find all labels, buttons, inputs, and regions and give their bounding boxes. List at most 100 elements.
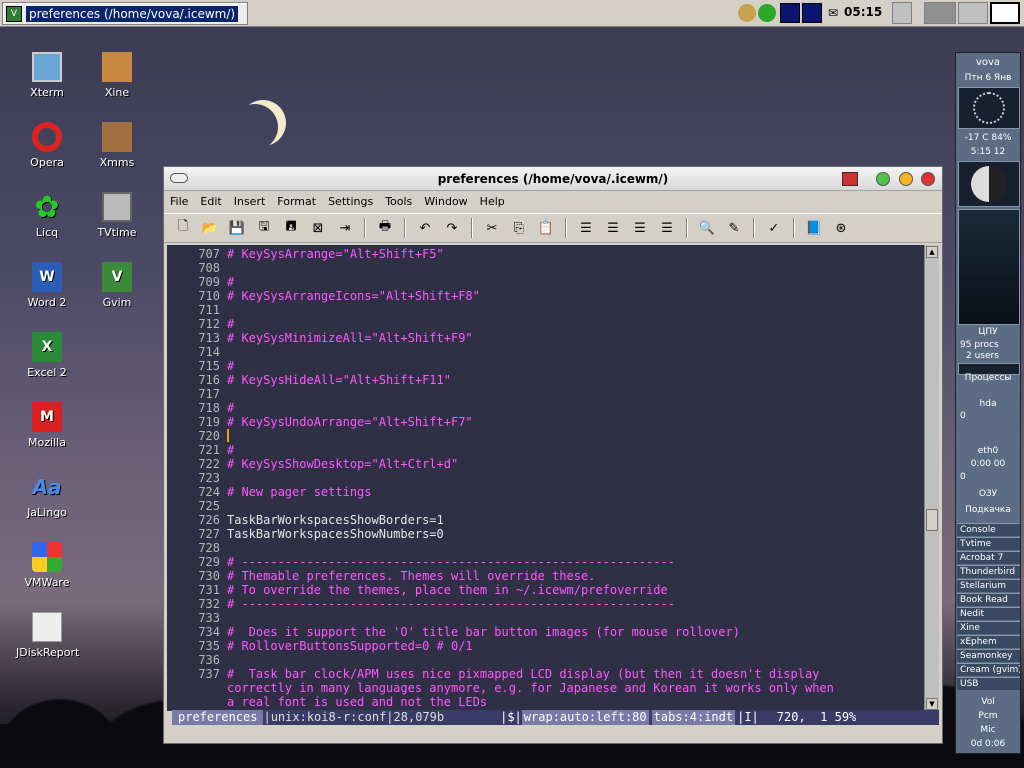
launcher-item[interactable]: Tvtime: [957, 537, 1020, 550]
clock[interactable]: 05:15: [844, 5, 882, 19]
text-editor[interactable]: 707 # KeySysArrange="Alt+Shift+F5" 708 709 #…: [167, 245, 924, 711]
find-icon[interactable]: 🔍: [696, 217, 718, 239]
menu-format[interactable]: Format: [277, 195, 316, 208]
desktop-icon-xterm[interactable]: Xterm: [16, 52, 78, 99]
cpu-monitor-icon[interactable]: [802, 3, 822, 23]
scroll-up-icon[interactable]: ▲: [926, 246, 938, 258]
panel-user: vova: [975, 57, 1001, 68]
pcm-label[interactable]: Pcm: [956, 711, 1020, 721]
print-icon[interactable]: 🖶: [374, 217, 396, 239]
paste-icon[interactable]: 📋: [535, 217, 557, 239]
launcher-item[interactable]: Console: [957, 523, 1020, 536]
spellcheck-icon[interactable]: ✓: [763, 217, 785, 239]
face-icon[interactable]: [738, 4, 756, 22]
menu-window[interactable]: Window: [424, 195, 467, 208]
desktop-icon-gvim[interactable]: V Gvim: [86, 262, 148, 309]
moon-phase: [958, 161, 1020, 207]
status-format: |unix:koi8-r:conf|28,079b: [263, 710, 445, 724]
save-icon[interactable]: 💾: [226, 217, 248, 239]
launcher-item[interactable]: Acrobat 7: [957, 551, 1020, 564]
undo-icon[interactable]: ↶: [414, 217, 436, 239]
workspace-2[interactable]: [924, 2, 956, 24]
mic-label[interactable]: Mic: [956, 725, 1020, 735]
scroll-down-icon[interactable]: ▼: [926, 698, 938, 710]
launcher-item[interactable]: xEphem: [957, 635, 1020, 648]
desktop-icon-xmms[interactable]: Xmms: [86, 122, 148, 169]
desktop-icon-jdiskreport[interactable]: JDiskReport: [16, 612, 79, 659]
volume-label[interactable]: Vol: [956, 697, 1020, 707]
align-right-icon[interactable]: ☰: [629, 217, 651, 239]
desktop-icon-word[interactable]: W Word 2: [16, 262, 78, 309]
replace-icon[interactable]: ✎: [723, 217, 745, 239]
menu-file[interactable]: File: [170, 195, 188, 208]
status-insert: |I|: [737, 710, 759, 724]
moon-crescent: [232, 104, 278, 150]
taskbar-window-button[interactable]: V preferences (/home/vova/.icewm/): [2, 2, 248, 25]
justify-icon[interactable]: ☰: [656, 217, 678, 239]
exit-icon[interactable]: ⇥: [334, 217, 356, 239]
line-number: 735: [198, 639, 220, 653]
line-number: 715: [198, 359, 220, 373]
mail-icon[interactable]: ✉: [828, 6, 838, 20]
line-text: # Does it support the 'O' title bar butt…: [227, 625, 740, 639]
desktop-icon-mozilla[interactable]: M Mozilla: [16, 402, 78, 449]
launcher-item[interactable]: Book Read: [957, 593, 1020, 606]
desktop-icon-jalingo[interactable]: Aa JaLingo: [16, 472, 78, 519]
desktop-icon-excel[interactable]: X Excel 2: [16, 332, 78, 379]
launcher-item[interactable]: Thunderbird: [957, 565, 1020, 578]
video-player-icon: [102, 52, 132, 82]
align-center-icon[interactable]: ☰: [602, 217, 624, 239]
minimize-button[interactable]: [876, 172, 890, 186]
desktop-icon-vmware[interactable]: VMWare: [16, 542, 78, 589]
menu-tools[interactable]: Tools: [385, 195, 412, 208]
line-number: 730: [198, 569, 220, 583]
line-number: 722: [198, 457, 220, 471]
launcher-item[interactable]: Seamonkey: [957, 649, 1020, 662]
launcher-item[interactable]: Cream (gvim): [957, 663, 1020, 676]
help-icon[interactable]: ⊛: [830, 217, 852, 239]
launcher-item[interactable]: Xine: [957, 621, 1020, 634]
system-monitor-panel: vova Птн 6 Янв -17 C 84% 5:15 12 ЦПУ 95 …: [955, 52, 1021, 754]
close-button[interactable]: [921, 172, 935, 186]
open-folder-icon[interactable]: 📂: [199, 217, 221, 239]
launcher-item[interactable]: Nedit: [957, 607, 1020, 620]
network-monitor-icon[interactable]: [780, 3, 800, 23]
redo-icon[interactable]: ↷: [441, 217, 463, 239]
new-file-icon[interactable]: 🗋: [172, 217, 194, 239]
flower-icon: ✿: [34, 189, 60, 225]
launcher-item[interactable]: Stellarium: [957, 579, 1020, 592]
mozilla-icon: M: [32, 402, 62, 432]
line-number: 732: [198, 597, 220, 611]
line-text: # KeySysMinimizeAll="Alt+Shift+F9": [227, 331, 473, 345]
cut-icon[interactable]: ✂: [481, 217, 503, 239]
toolbar-separator: [404, 218, 406, 238]
editor-line: 729 # -----------------------------------…: [167, 555, 924, 569]
vertical-scrollbar[interactable]: ▲ ▼: [924, 245, 939, 711]
maximize-button[interactable]: [899, 172, 913, 186]
desktop-icon-xine[interactable]: Xine: [86, 52, 148, 99]
workspace-3[interactable]: [958, 2, 988, 24]
menu-insert[interactable]: Insert: [234, 195, 266, 208]
book-icon[interactable]: 📘: [803, 217, 825, 239]
menu-edit[interactable]: Edit: [200, 195, 221, 208]
speaker-icon: [102, 122, 132, 152]
desktop-icon-opera[interactable]: Opera: [16, 122, 78, 169]
workspace-4[interactable]: [990, 2, 1020, 24]
flag-icon[interactable]: [842, 172, 858, 186]
align-left-icon[interactable]: ☰: [575, 217, 597, 239]
menu-help[interactable]: Help: [480, 195, 505, 208]
gear-icon[interactable]: [758, 4, 776, 22]
close-file-icon[interactable]: ⊠: [307, 217, 329, 239]
copy-icon[interactable]: ⎘: [508, 217, 530, 239]
save-all-icon[interactable]: 🖪: [280, 217, 302, 239]
desktop-icon-licq[interactable]: ✿ Licq: [16, 189, 78, 240]
launcher-item[interactable]: USB: [957, 677, 1020, 690]
scrollbar-thumb[interactable]: [926, 509, 938, 531]
toolbar-separator: [565, 218, 567, 238]
menu-settings[interactable]: Settings: [328, 195, 373, 208]
save-as-icon[interactable]: 🖫: [253, 217, 275, 239]
workspace-1[interactable]: [892, 2, 912, 24]
editor-line: 711: [167, 303, 924, 317]
window-titlebar[interactable]: preferences (/home/vova/.icewm/): [164, 167, 942, 191]
desktop-icon-tvtime[interactable]: TVtime: [86, 192, 148, 239]
